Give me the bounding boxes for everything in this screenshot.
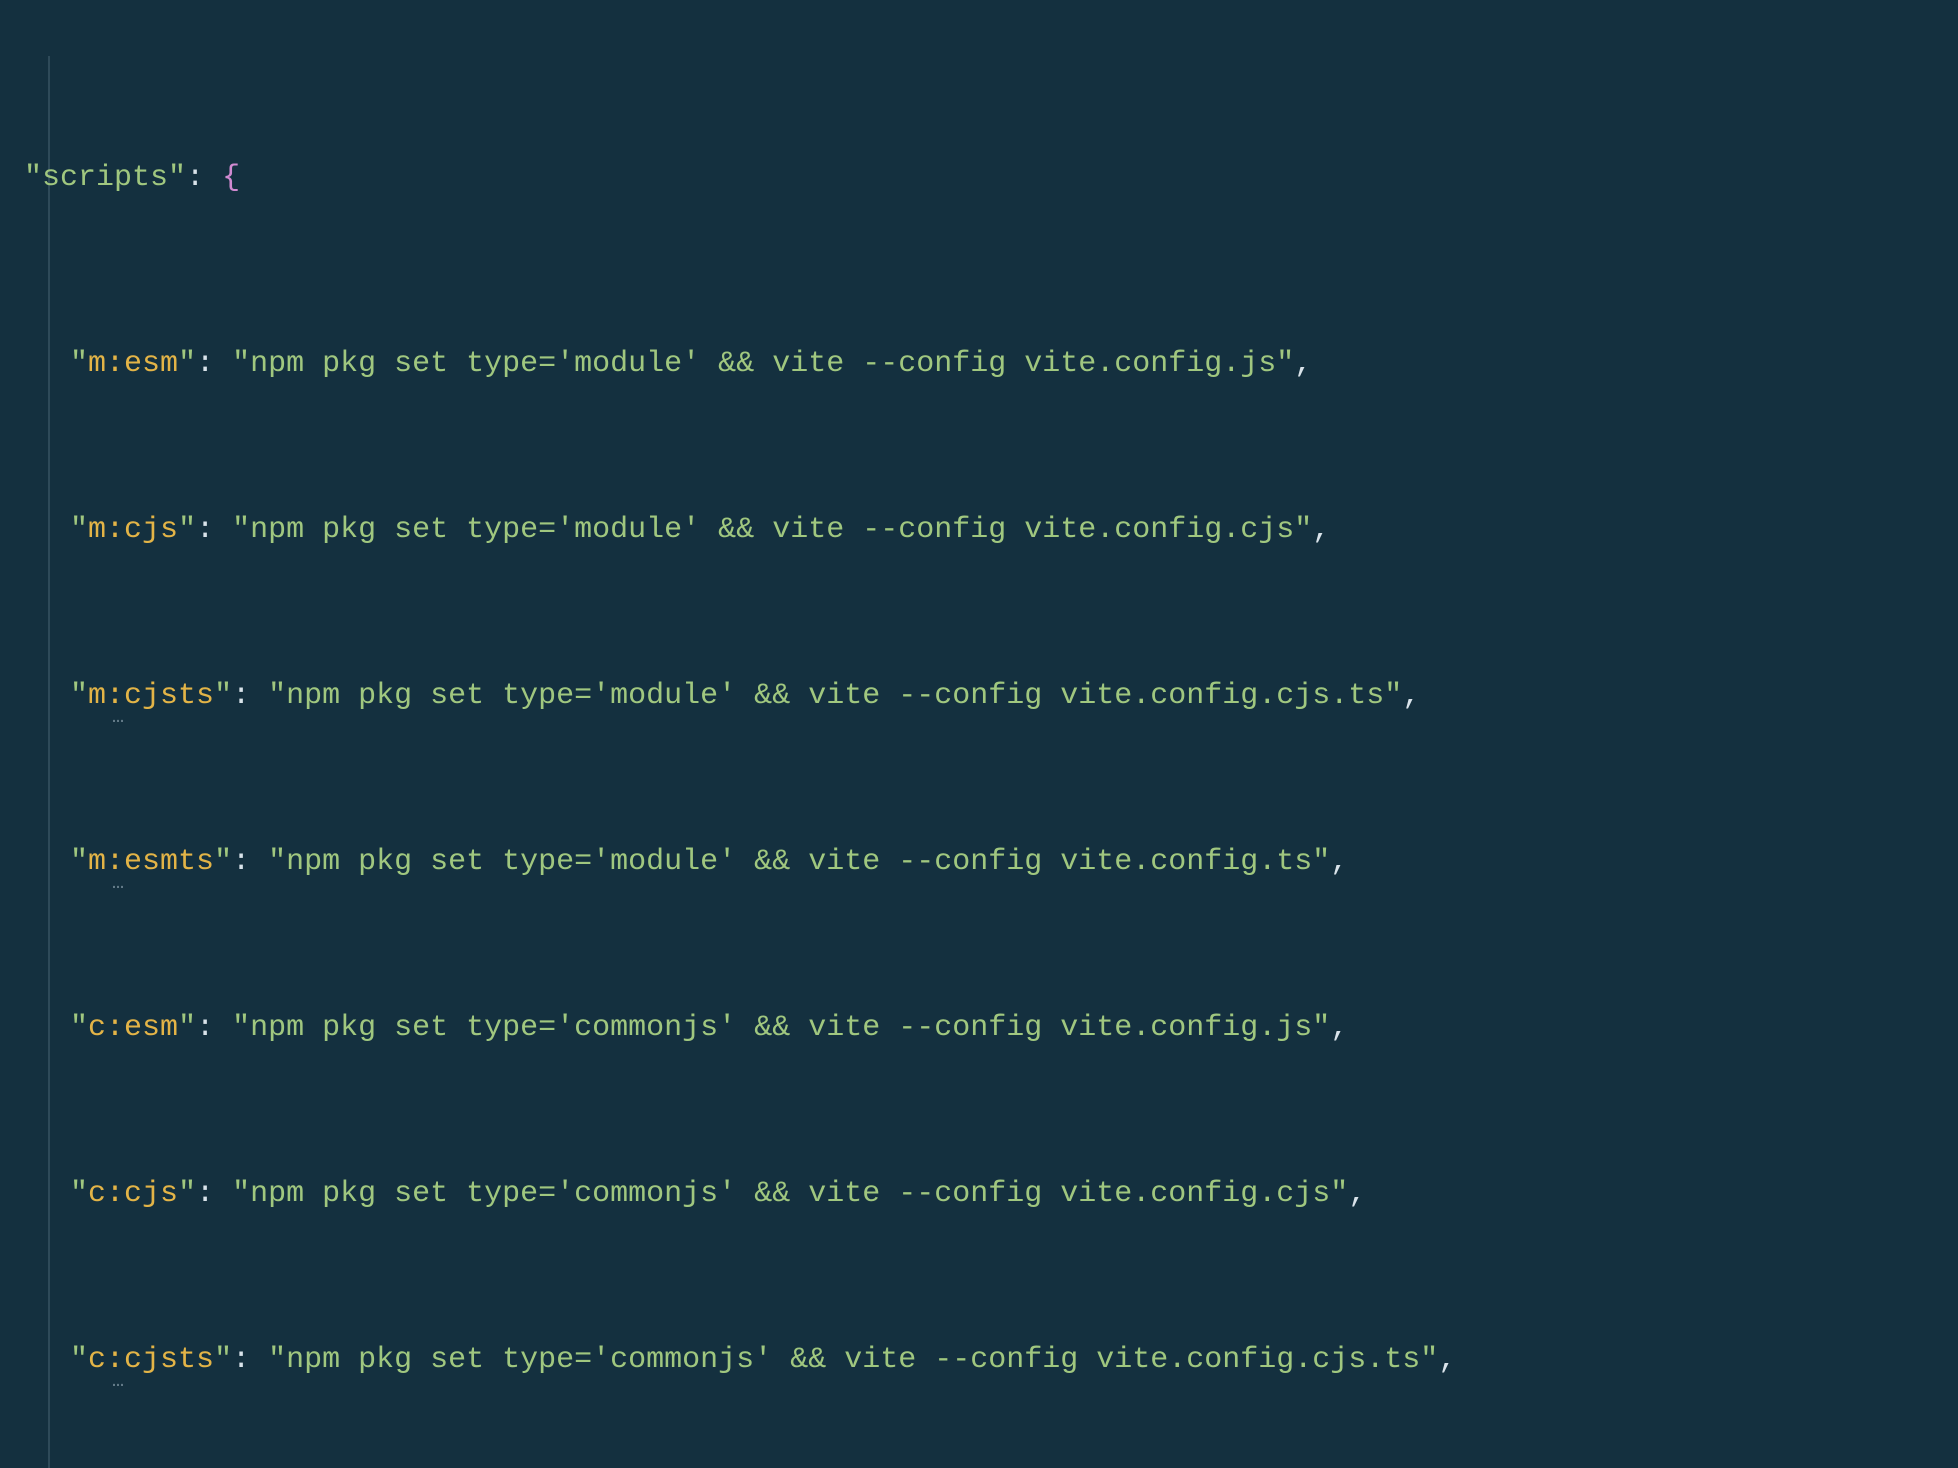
val-quote: " — [232, 1177, 250, 1211]
key-quote: " — [70, 679, 88, 713]
code-text: "m:esmts": "npm pkg set type='module' &&… — [24, 847, 1348, 877]
val-quote: " — [232, 513, 250, 547]
open-brace: { — [222, 161, 240, 195]
key-quote: " — [70, 1177, 88, 1211]
key-colon: : — [106, 1011, 124, 1045]
indent-guide — [48, 56, 50, 1468]
key-quote: " — [70, 1011, 88, 1045]
key-quote-close: " — [214, 1343, 232, 1377]
code-line: "m:esmts": "npm pkg set type='module' &&… — [24, 824, 1958, 900]
colon-space: : — [186, 161, 222, 195]
script-command: npm pkg set type='module' && vite --conf… — [250, 347, 1276, 381]
val-quote-close: " — [1384, 679, 1402, 713]
code-line: "c:cjs": "npm pkg set type='commonjs' &&… — [24, 1156, 1958, 1232]
key-prefix: m — [88, 679, 106, 713]
val-quote-close: " — [1312, 845, 1330, 879]
code-line: "c:cjsts": "npm pkg set type='commonjs' … — [24, 1322, 1958, 1398]
key-prefix: m — [88, 845, 106, 879]
quote-open: " — [24, 161, 42, 195]
key-sep: : — [232, 845, 268, 879]
key-quote: " — [70, 1343, 88, 1377]
scripts-key: scripts — [42, 161, 168, 195]
key-sep: : — [196, 1177, 232, 1211]
key-prefix: c — [88, 1343, 106, 1377]
code-text: "c:cjsts": "npm pkg set type='commonjs' … — [24, 1345, 1456, 1375]
key-suffix: cjsts — [124, 679, 214, 713]
fold-ellipsis-icon[interactable]: … — [112, 874, 124, 894]
comma: , — [1294, 347, 1312, 381]
key-sep: : — [232, 679, 268, 713]
code-editor[interactable]: "scripts": { "m:esm": "npm pkg set type=… — [0, 0, 1958, 1468]
fold-ellipsis-icon[interactable]: … — [112, 1372, 124, 1392]
script-command: npm pkg set type='commonjs' && vite --co… — [250, 1011, 1312, 1045]
code-line: "m:cjs": "npm pkg set type='module' && v… — [24, 492, 1958, 568]
key-sep: : — [196, 513, 232, 547]
code-text: "c:esm": "npm pkg set type='commonjs' &&… — [24, 1013, 1348, 1043]
key-quote-close: " — [214, 845, 232, 879]
val-quote-close: " — [1294, 513, 1312, 547]
key-quote-close: " — [178, 347, 196, 381]
fold-ellipsis-icon[interactable]: … — [112, 708, 124, 728]
code-text: "scripts": { — [24, 163, 240, 193]
val-quote-close: " — [1312, 1011, 1330, 1045]
comma: , — [1402, 679, 1420, 713]
key-quote: " — [70, 513, 88, 547]
val-quote-close: " — [1330, 1177, 1348, 1211]
key-quote-close: " — [178, 513, 196, 547]
code-text: "c:cjs": "npm pkg set type='commonjs' &&… — [24, 1179, 1366, 1209]
val-quote: " — [232, 347, 250, 381]
key-suffix: esm — [124, 347, 178, 381]
key-suffix: cjsts — [124, 1343, 214, 1377]
code-line-header: "scripts": { — [24, 150, 1958, 206]
key-quote-close: " — [178, 1011, 196, 1045]
code-line: "m:cjsts": "npm pkg set type='module' &&… — [24, 658, 1958, 734]
script-command: npm pkg set type='commonjs' && vite --co… — [286, 1343, 1420, 1377]
key-prefix: c — [88, 1177, 106, 1211]
val-quote: " — [268, 1343, 286, 1377]
script-command: npm pkg set type='module' && vite --conf… — [286, 679, 1384, 713]
script-command: npm pkg set type='module' && vite --conf… — [250, 513, 1294, 547]
comma: , — [1312, 513, 1330, 547]
script-command: npm pkg set type='module' && vite --conf… — [286, 845, 1312, 879]
key-suffix: esm — [124, 1011, 178, 1045]
key-sep: : — [232, 1343, 268, 1377]
code-text: "m:esm": "npm pkg set type='module' && v… — [24, 349, 1312, 379]
val-quote: " — [268, 845, 286, 879]
key-quote-close: " — [178, 1177, 196, 1211]
key-prefix: c — [88, 1011, 106, 1045]
val-quote: " — [268, 679, 286, 713]
code-text: "m:cjs": "npm pkg set type='module' && v… — [24, 515, 1330, 545]
script-command: npm pkg set type='commonjs' && vite --co… — [250, 1177, 1330, 1211]
key-prefix: m — [88, 513, 106, 547]
code-line: "c:esm": "npm pkg set type='commonjs' &&… — [24, 990, 1958, 1066]
comma: , — [1330, 845, 1348, 879]
quote-close: " — [168, 161, 186, 195]
key-prefix: m — [88, 347, 106, 381]
key-sep: : — [196, 1011, 232, 1045]
val-quote: " — [232, 1011, 250, 1045]
key-colon: : — [106, 347, 124, 381]
code-text: "m:cjsts": "npm pkg set type='module' &&… — [24, 681, 1420, 711]
key-suffix: cjs — [124, 1177, 178, 1211]
comma: , — [1330, 1011, 1348, 1045]
comma: , — [1438, 1343, 1456, 1377]
comma: , — [1348, 1177, 1366, 1211]
key-sep: : — [196, 347, 232, 381]
key-quote: " — [70, 347, 88, 381]
key-colon: : — [106, 1177, 124, 1211]
key-quote-close: " — [214, 679, 232, 713]
key-quote: " — [70, 845, 88, 879]
val-quote-close: " — [1420, 1343, 1438, 1377]
key-suffix: cjs — [124, 513, 178, 547]
key-suffix: esmts — [124, 845, 214, 879]
key-colon: : — [106, 513, 124, 547]
code-line: "m:esm": "npm pkg set type='module' && v… — [24, 326, 1958, 402]
val-quote-close: " — [1276, 347, 1294, 381]
